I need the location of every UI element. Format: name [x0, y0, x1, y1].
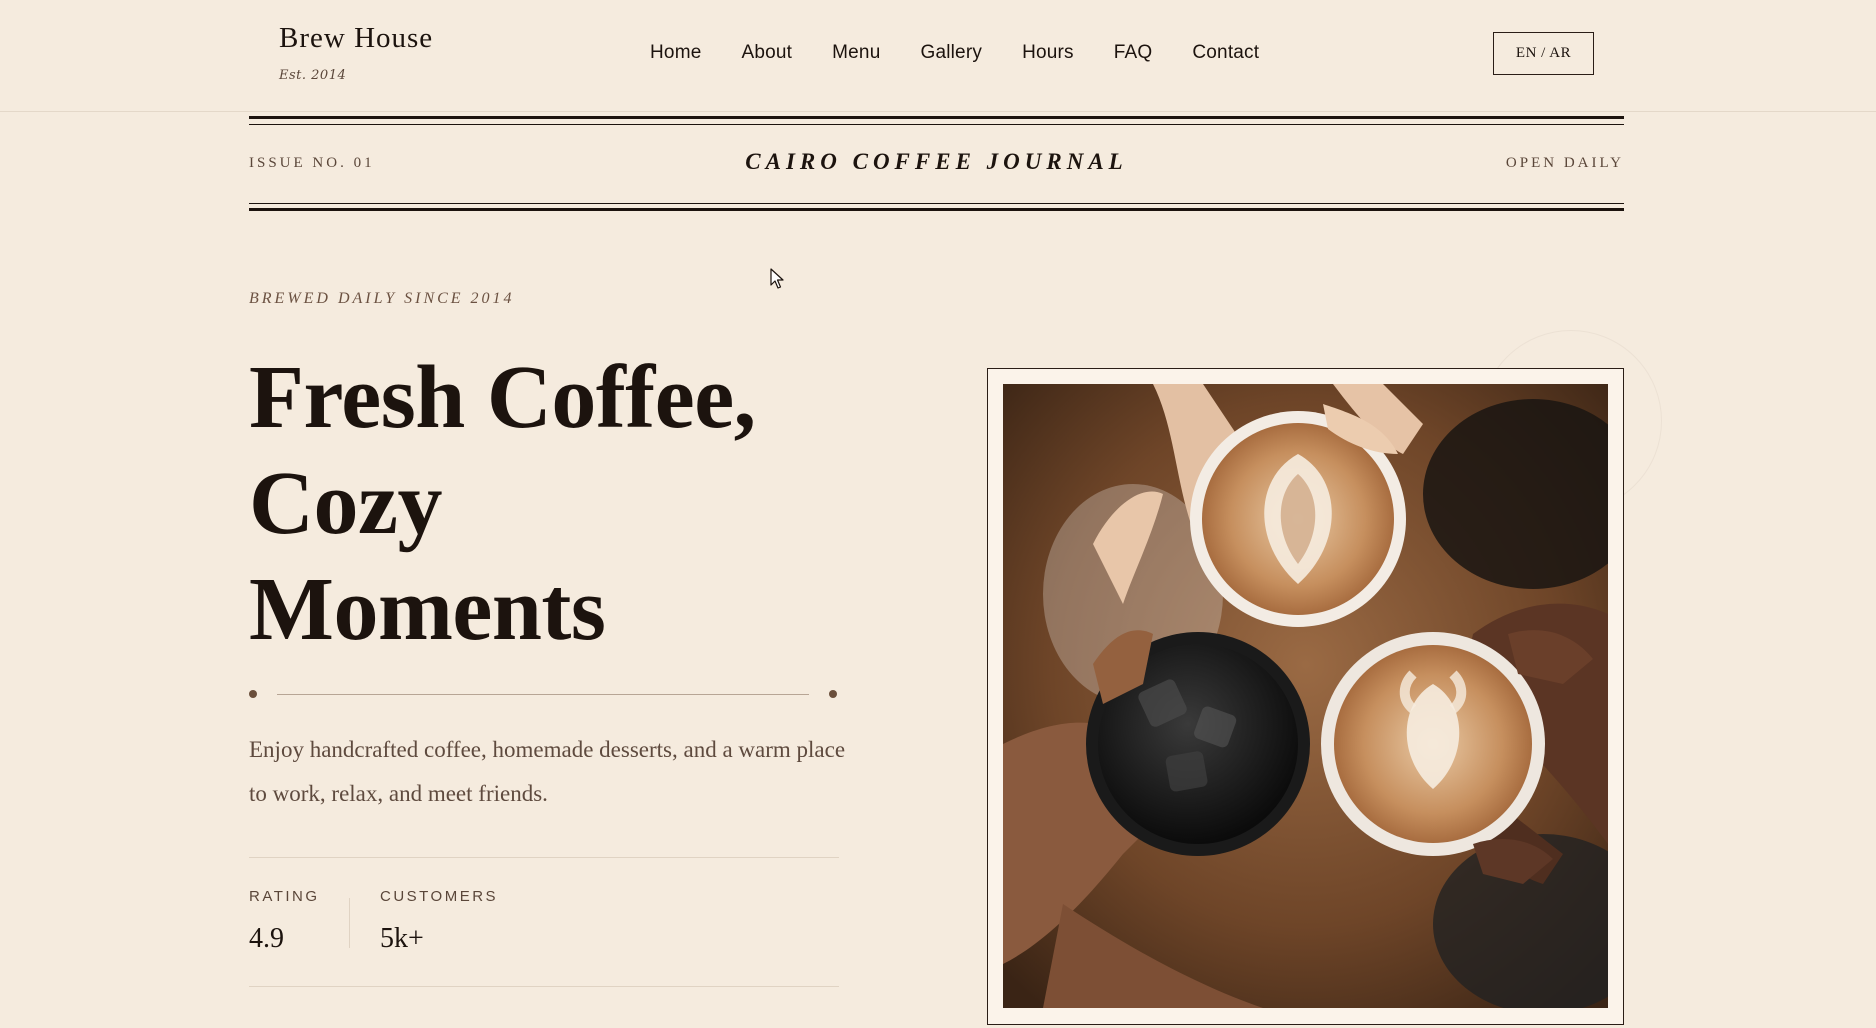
- nav-contact[interactable]: Contact: [1192, 42, 1259, 64]
- journal-title: CAIRO COFFEE JOURNAL: [745, 149, 1128, 174]
- hero-image-frame: [987, 368, 1624, 1025]
- headline-line-1: Fresh Coffee,: [249, 348, 756, 447]
- nav-home[interactable]: Home: [650, 42, 701, 64]
- nav-about[interactable]: About: [741, 42, 792, 64]
- hero-headline: Fresh Coffee, Cozy Moments: [249, 345, 869, 663]
- stats-row: RATING 4.9 CUSTOMERS 5k+: [249, 857, 839, 987]
- nav-gallery[interactable]: Gallery: [920, 42, 982, 64]
- open-daily-label: OPEN DAILY: [1505, 155, 1624, 171]
- brand-established: Est. 2014: [279, 68, 347, 83]
- brand-name: Brew House: [279, 22, 434, 54]
- coffee-cheers-photo: [1003, 384, 1608, 1008]
- headline-line-3: Moments: [249, 560, 606, 659]
- brand-logo[interactable]: Brew House Est. 2014: [279, 22, 433, 83]
- nav-faq[interactable]: FAQ: [1114, 42, 1153, 64]
- band-rule-bottom-thin: [249, 203, 1624, 204]
- band-rule-top-thick: [249, 116, 1624, 119]
- site-header: Brew House Est. 2014 Home About Menu Gal…: [0, 0, 1876, 112]
- page: Brew House Est. 2014 Home About Menu Gal…: [0, 0, 1876, 1028]
- ornamental-divider: [249, 689, 837, 699]
- divider-dot-right: [829, 690, 837, 698]
- customers-value: 5k+: [380, 923, 424, 954]
- headline-line-2: Cozy: [249, 454, 442, 553]
- stat-rating: RATING 4.9: [249, 888, 320, 955]
- band-rule-top-thin: [249, 124, 1624, 125]
- main-nav: Home About Menu Gallery Hours FAQ Contac…: [650, 42, 1299, 64]
- coffee-cups-illustration: [1003, 384, 1608, 1008]
- customers-label: CUSTOMERS: [380, 888, 499, 905]
- nav-menu[interactable]: Menu: [832, 42, 880, 64]
- hero-description: Enjoy handcrafted coffee, homemade desse…: [249, 737, 846, 806]
- stat-customers: CUSTOMERS 5k+: [380, 888, 498, 955]
- hero-eyebrow: BREWED DAILY SINCE 2014: [249, 290, 515, 307]
- nav-hours[interactable]: Hours: [1022, 42, 1074, 64]
- language-toggle-button[interactable]: EN / AR: [1493, 32, 1594, 75]
- stats-separator: [349, 898, 350, 948]
- divider-line: [277, 694, 809, 695]
- band-rule-bottom-thick: [249, 208, 1624, 211]
- rating-value: 4.9: [249, 923, 284, 954]
- rating-label: RATING: [249, 888, 320, 905]
- divider-dot-left: [249, 690, 257, 698]
- mouse-cursor-icon: [770, 268, 784, 289]
- journal-band: ISSUE NO. 01 CAIRO COFFEE JOURNAL OPEN D…: [249, 116, 1624, 211]
